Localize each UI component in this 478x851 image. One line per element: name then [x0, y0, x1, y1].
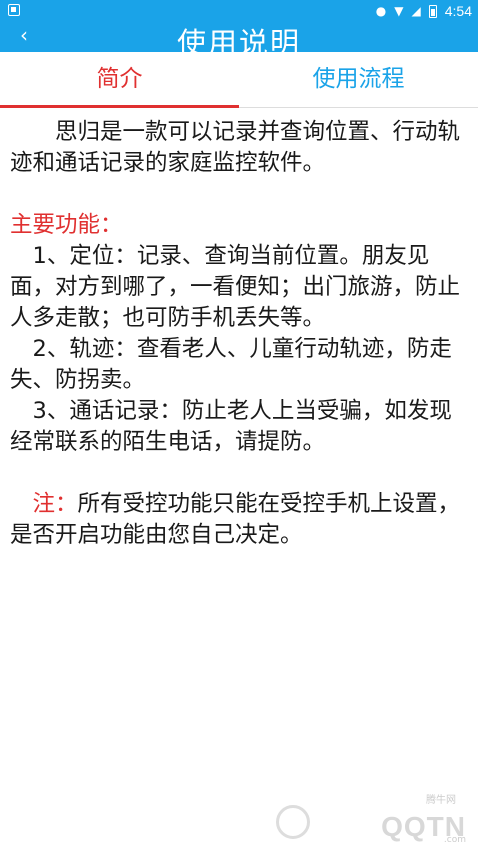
features-heading: 主要功能： [10, 212, 123, 238]
tab-intro[interactable]: 简介 [0, 52, 239, 108]
feature-item-call-log: 3、通话记录：防止老人上当受骗，如发现经常联系的陌生电话，请提防。 [10, 398, 452, 455]
feature-item-track: 2、轨迹：查看老人、儿童行动轨迹，防走失、防拐卖。 [10, 336, 452, 393]
feature-item-location: 1、定位：记录、查询当前位置。朋友见面，对方到哪了，一看便知；出门旅游，防止人多… [10, 243, 461, 331]
status-bar: ● ▼ ◢ 4:54 [0, 0, 478, 22]
signal-icon: ◢ [411, 4, 421, 18]
note-paragraph: 注：所有受控功能只能在受控手机上设置，是否开启功能由您自己决定。 [10, 489, 472, 551]
image-icon [8, 4, 20, 16]
watermark: 腾牛网 QQTN .com [276, 791, 466, 845]
tab-bar: 简介 使用流程 [0, 52, 478, 108]
intro-paragraph: 思归是一款可以记录并查询位置、行动轨迹和通话记录的家庭监控软件。 [10, 119, 461, 176]
page-title: 使用说明 [176, 26, 301, 52]
wifi-icon: ▼ [394, 4, 404, 18]
app-header: ‹ 使用说明 [0, 22, 478, 52]
intro-content: 思归是一款可以记录并查询位置、行动轨迹和通话记录的家庭监控软件。 主要功能： 1… [10, 117, 472, 551]
watermark-site-name: 腾牛网 [426, 795, 456, 806]
location-icon: ● [375, 4, 387, 18]
status-icons: ● ▼ ◢ 4:54 [376, 2, 472, 20]
watermark-logo-icon [276, 805, 310, 839]
note-label: 注： [32, 491, 78, 517]
tab-usage-flow[interactable]: 使用流程 [239, 52, 478, 108]
clock: 4:54 [444, 3, 472, 19]
watermark-domain: .com [443, 835, 466, 845]
note-text: 所有受控功能只能在受控手机上设置，是否开启功能由您自己决定。 [10, 491, 461, 548]
battery-icon [428, 4, 437, 18]
